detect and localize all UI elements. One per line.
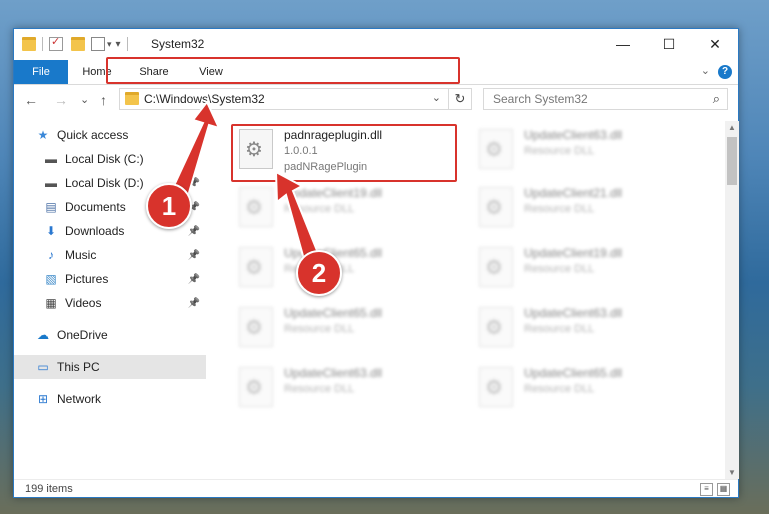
- arrow-1: [170, 100, 221, 198]
- arrow-2: [274, 170, 320, 265]
- annotation-arrows: [170, 100, 320, 265]
- step-1-badge: 1: [146, 183, 192, 229]
- step-2-badge: 2: [296, 250, 342, 296]
